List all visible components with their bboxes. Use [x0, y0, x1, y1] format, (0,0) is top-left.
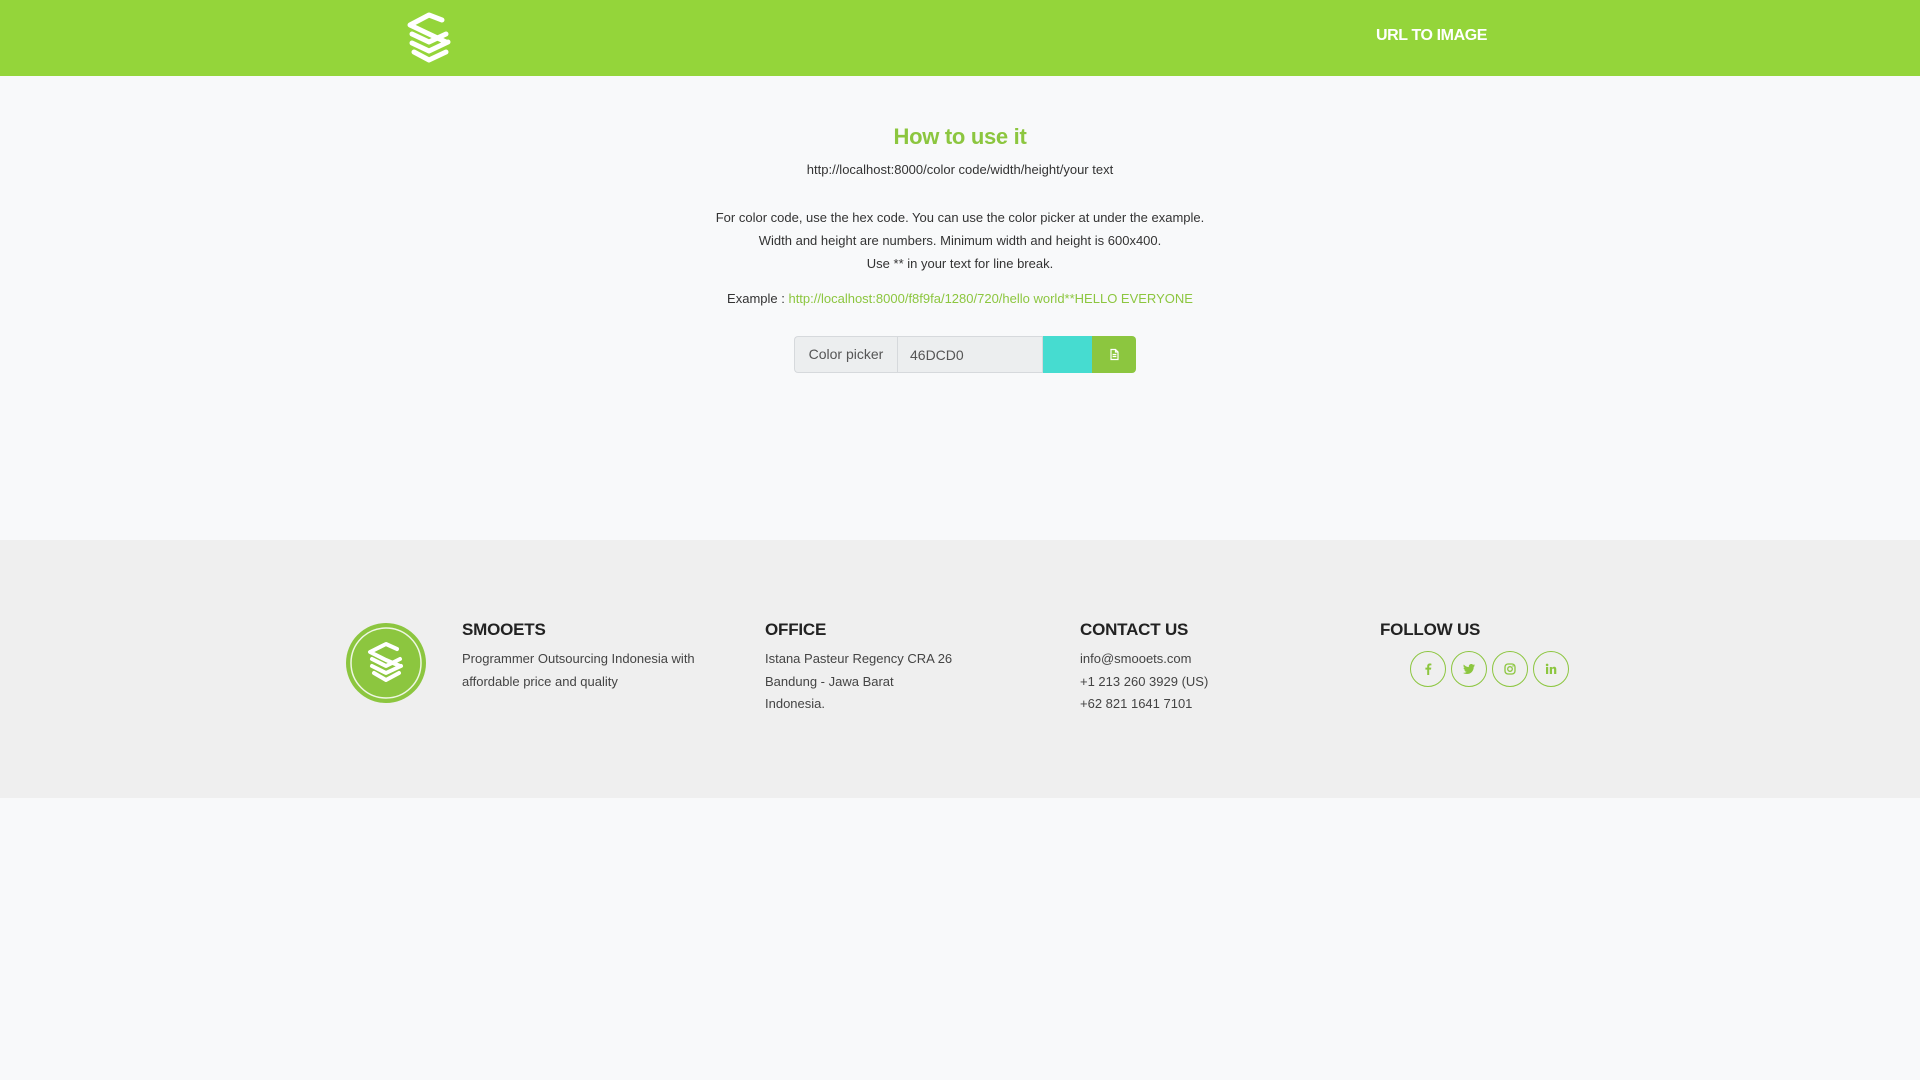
- color-swatch[interactable]: [1043, 336, 1092, 373]
- footer-follow: FOLLOW US: [1380, 620, 1600, 648]
- footer-office: OFFICE Istana Pasteur Regency CRA 26 Ban…: [765, 620, 1025, 716]
- page-title: How to use it: [893, 124, 1027, 149]
- instagram-button[interactable]: [1492, 651, 1528, 687]
- footer-smooets-title: SMOOETS: [462, 620, 546, 639]
- footer-follow-title: FOLLOW US: [1380, 620, 1481, 639]
- twitter-button[interactable]: [1451, 651, 1487, 687]
- copy-button[interactable]: [1092, 336, 1136, 373]
- linkedin-button[interactable]: [1533, 651, 1569, 687]
- contact-email[interactable]: info@smooets.com: [1080, 648, 1300, 671]
- social-links: [1410, 651, 1569, 687]
- instruction-line: Use ** in your text for line break.: [866, 256, 1054, 271]
- footer-office-line: Istana Pasteur Regency CRA 26: [765, 651, 953, 666]
- footer-smooets-line: affordable price and quality: [462, 673, 618, 689]
- contact-phone-us[interactable]: +1 213 260 3929 (US): [1080, 671, 1300, 694]
- color-picker-label: Color picker: [794, 336, 897, 373]
- nav-link-url-to-image[interactable]: URL TO IMAGE: [1376, 27, 1487, 45]
- contact-phone-id[interactable]: +62 821 1641 7101: [1080, 693, 1300, 716]
- footer-office-line: Indonesia.: [765, 696, 825, 711]
- main-content: How to use it http://localhost:8000/colo…: [0, 76, 1920, 540]
- copy-icon: [1110, 348, 1119, 361]
- footer-office-line: Bandung - Jawa Barat: [765, 673, 894, 689]
- color-code-input[interactable]: [897, 336, 1043, 373]
- example: Example : http://localhost:8000/f8f9fa/1…: [0, 291, 1920, 306]
- color-picker-group: Color picker: [794, 336, 1136, 373]
- facebook-button[interactable]: [1410, 651, 1446, 687]
- instagram-icon: [1504, 663, 1516, 675]
- footer-logo-icon: [345, 622, 427, 704]
- linkedin-icon: [1545, 663, 1557, 674]
- url-pattern: http://localhost:8000/color code/width/h…: [806, 162, 1114, 177]
- smooets-logo-icon[interactable]: [402, 12, 456, 64]
- footer: SMOOETS Programmer Outsourcing Indonesia…: [0, 540, 1920, 798]
- navbar: URL TO IMAGE: [0, 0, 1920, 76]
- footer-contact: CONTACT US info@smooets.com +1 213 260 3…: [1080, 620, 1300, 716]
- footer-smooets: SMOOETS Programmer Outsourcing Indonesia…: [462, 620, 732, 693]
- instructions: For color code, use the hex code. You ca…: [0, 206, 1920, 275]
- twitter-icon: [1463, 664, 1475, 674]
- footer-office-title: OFFICE: [765, 620, 827, 639]
- facebook-icon: [1425, 663, 1432, 675]
- instruction-line: Width and height are numbers. Minimum wi…: [758, 233, 1162, 248]
- instruction-line: For color code, use the hex code. You ca…: [715, 210, 1205, 225]
- example-label: Example :: [727, 291, 789, 306]
- footer-smooets-line: Programmer Outsourcing Indonesia with: [462, 651, 695, 666]
- example-link[interactable]: http://localhost:8000/f8f9fa/1280/720/he…: [788, 291, 1192, 306]
- footer-contact-title: CONTACT US: [1080, 620, 1189, 639]
